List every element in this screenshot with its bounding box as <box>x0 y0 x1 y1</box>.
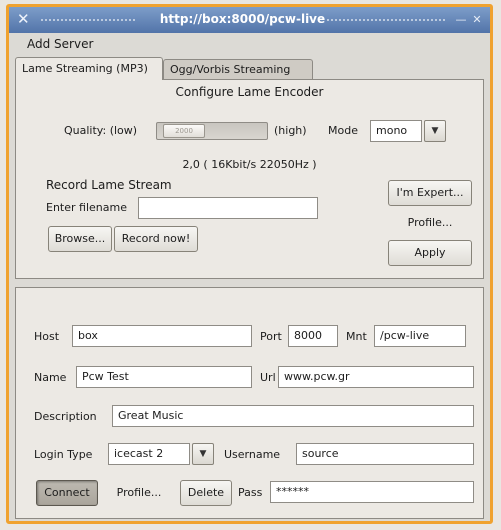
host-label: Host <box>34 330 60 343</box>
pass-input[interactable]: ****** <box>270 481 474 503</box>
delete-button[interactable]: Delete <box>180 480 232 506</box>
quality-slider[interactable]: 2000 <box>156 122 268 140</box>
quality-low-label: Quality: (low) <box>64 124 138 137</box>
quality-slider-handle[interactable]: 2000 <box>163 124 205 138</box>
minimize-icon[interactable]: — <box>454 14 468 26</box>
username-input[interactable]: source <box>296 443 474 465</box>
tab-ogg-vorbis-streaming[interactable]: Ogg/Vorbis Streaming <box>163 59 313 79</box>
menu-add-server[interactable]: Add Server <box>27 37 93 51</box>
lame-encoder-panel: Configure Lame Encoder Quality: (low) 20… <box>15 79 484 279</box>
username-label: Username <box>224 448 281 461</box>
title-bar[interactable]: ✕ http://box:8000/pcw-live — ✕ <box>9 7 490 33</box>
app-window: ✕ http://box:8000/pcw-live — ✕ Add Serve… <box>6 4 493 524</box>
name-input[interactable]: Pcw Test <box>76 366 252 388</box>
host-input[interactable]: box <box>72 325 252 347</box>
mode-label: Mode <box>328 124 358 137</box>
filename-input[interactable] <box>138 197 318 219</box>
encoder-profile-button[interactable]: Profile... <box>388 210 472 236</box>
im-expert-button[interactable]: I'm Expert... <box>388 180 472 206</box>
quality-high-label: (high) <box>274 124 307 137</box>
login-type-label: Login Type <box>34 448 93 461</box>
connect-button[interactable]: Connect <box>36 480 98 506</box>
browse-button[interactable]: Browse... <box>48 226 112 252</box>
pass-label: Pass <box>238 486 263 499</box>
chevron-down-icon[interactable]: ▼ <box>424 120 446 142</box>
mnt-input[interactable]: /pcw-live <box>374 325 466 347</box>
port-input[interactable]: 8000 <box>288 325 338 347</box>
close-icon[interactable]: ✕ <box>470 14 484 26</box>
login-type-select[interactable]: icecast 2 <box>108 443 190 465</box>
name-label: Name <box>34 371 67 384</box>
description-label: Description <box>34 410 97 423</box>
record-heading: Record Lame Stream <box>46 178 172 192</box>
server-profile-button[interactable]: Profile... <box>106 480 172 506</box>
app-icon: ✕ <box>17 10 30 28</box>
url-input[interactable]: www.pcw.gr <box>278 366 474 388</box>
server-settings-panel: Host box Port 8000 Mnt /pcw-live Name Pc… <box>15 287 484 519</box>
filename-label: Enter filename <box>46 201 127 214</box>
apply-button[interactable]: Apply <box>388 240 472 266</box>
title-bar-grip-right <box>327 19 445 21</box>
record-now-button[interactable]: Record now! <box>114 226 198 252</box>
mode-select[interactable]: mono <box>370 120 422 142</box>
chevron-down-icon[interactable]: ▼ <box>192 443 214 465</box>
description-input[interactable]: Great Music <box>112 405 474 427</box>
encoder-heading: Configure Lame Encoder <box>175 85 324 99</box>
url-label: Url <box>260 371 276 384</box>
bitrate-info: 2,0 ( 16Kbit/s 22050Hz ) <box>182 158 317 171</box>
port-label: Port <box>260 330 282 343</box>
mnt-label: Mnt <box>346 330 367 343</box>
tab-lame-streaming[interactable]: Lame Streaming (MP3) <box>15 57 163 80</box>
menu-bar: Add Server <box>9 33 490 55</box>
